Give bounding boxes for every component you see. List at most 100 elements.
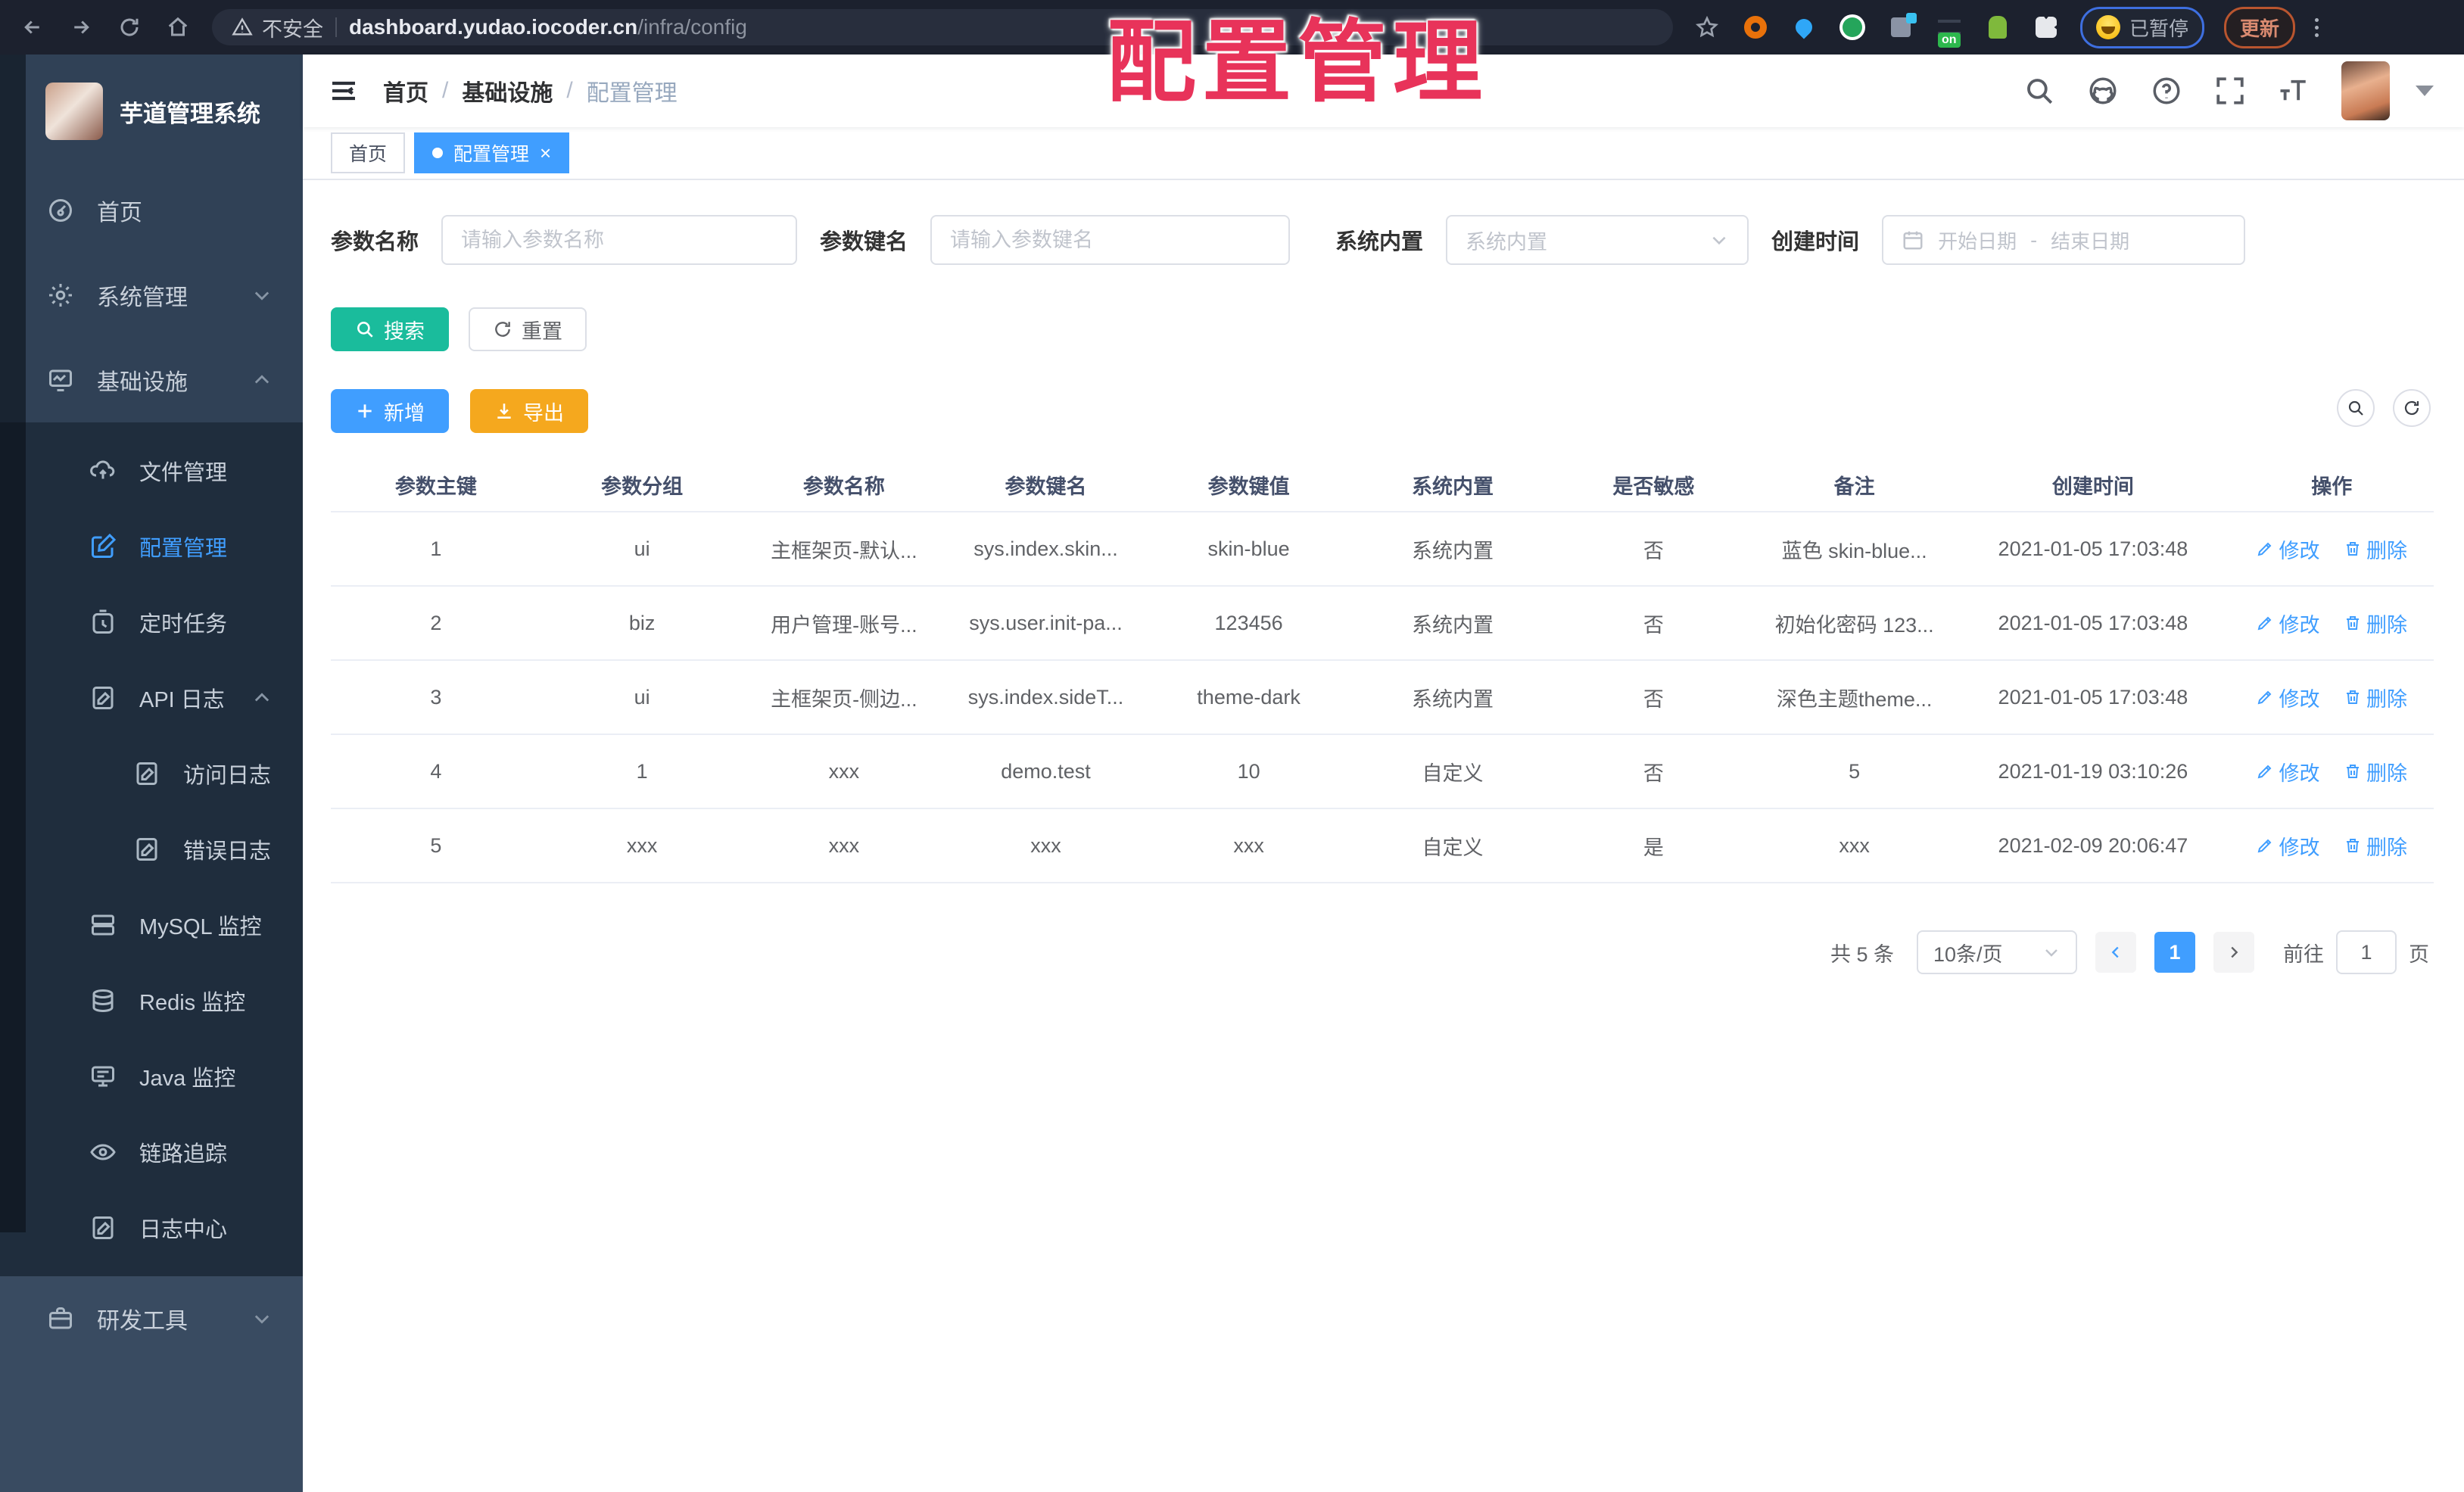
- tags-view-bar: 首页 配置管理 ×: [303, 127, 2464, 180]
- edit-link[interactable]: 修改: [2256, 609, 2319, 638]
- breadcrumb: 首页 / 基础设施 / 配置管理: [383, 74, 678, 107]
- github-icon[interactable]: [2087, 75, 2119, 107]
- user-avatar[interactable]: [2341, 61, 2390, 120]
- trash-icon: [2346, 542, 2359, 556]
- green-figure-extension-icon[interactable]: [1983, 13, 2012, 42]
- cell-builtin: 系统内置: [1350, 586, 1555, 661]
- sidebar-item-home[interactable]: 首页: [0, 168, 303, 253]
- search-button[interactable]: 搜索: [331, 307, 449, 351]
- green-check-extension-icon[interactable]: [1838, 13, 1867, 42]
- sidebar-item-system[interactable]: 系统管理: [0, 253, 303, 338]
- tab-home[interactable]: 首页: [331, 132, 406, 173]
- chevron-left-icon: [2111, 946, 2119, 958]
- date-range-picker[interactable]: 开始日期 - 结束日期: [1882, 215, 2246, 265]
- adblock-extension-icon[interactable]: on: [1935, 13, 1964, 48]
- font-size-icon[interactable]: [2278, 75, 2310, 107]
- delete-link[interactable]: 删除: [2344, 609, 2407, 638]
- cell-param-value: xxx: [1146, 808, 1351, 883]
- help-icon[interactable]: [2151, 75, 2182, 107]
- sidebar-item-file-management[interactable]: 文件管理: [0, 433, 303, 509]
- puzzle-extension-icon[interactable]: [2032, 13, 2061, 42]
- logo-image: [45, 83, 103, 140]
- cell-sensitive: 否: [1554, 512, 1752, 587]
- header-search-icon[interactable]: [2023, 75, 2055, 107]
- delete-link[interactable]: 删除: [2344, 757, 2407, 786]
- blue-cube-extension-icon[interactable]: [1886, 13, 1917, 42]
- cell-actions: 修改 删除: [2229, 512, 2434, 587]
- builtin-select[interactable]: 系统内置: [1446, 215, 1749, 265]
- hamburger-icon[interactable]: [329, 76, 359, 106]
- bookmark-star-icon[interactable]: [1693, 13, 1721, 42]
- sidebar-bottom-section: 研发工具: [0, 1276, 303, 1492]
- orange-ring-extension-icon[interactable]: [1741, 13, 1770, 42]
- browser-forward-icon[interactable]: [67, 13, 95, 42]
- cell-remark: 蓝色 skin-blue...: [1752, 512, 1957, 587]
- edit-link[interactable]: 修改: [2256, 683, 2319, 712]
- sidebar-item-java-monitor[interactable]: Java 监控: [0, 1039, 303, 1114]
- goto-page-input[interactable]: [2336, 930, 2397, 974]
- cell-remark: 初始化密码 123...: [1752, 586, 1957, 661]
- close-tab-icon[interactable]: ×: [540, 143, 551, 163]
- breadcrumb-home[interactable]: 首页: [383, 74, 428, 107]
- breadcrumb-infra[interactable]: 基础设施: [462, 74, 553, 107]
- chevron-down-icon: [2045, 949, 2057, 957]
- edit-pen-icon: [2258, 839, 2272, 853]
- sidebar-item-mysql-monitor[interactable]: MySQL 监控: [0, 887, 303, 963]
- builtin-label: 系统内置: [1335, 230, 1424, 254]
- edit-link[interactable]: 修改: [2256, 831, 2319, 861]
- param-name-input[interactable]: [461, 228, 778, 252]
- delete-link[interactable]: 删除: [2344, 534, 2407, 564]
- sidebar-item-infra[interactable]: 基础设施: [0, 338, 303, 422]
- next-page-button[interactable]: [2213, 932, 2254, 973]
- edit-link[interactable]: 修改: [2256, 534, 2319, 564]
- prev-page-button[interactable]: [2095, 932, 2136, 973]
- sidebar-item-config-management[interactable]: 配置管理: [0, 509, 303, 584]
- current-page-button[interactable]: 1: [2154, 932, 2195, 973]
- param-key-input[interactable]: [950, 228, 1271, 252]
- add-button[interactable]: 新增: [331, 389, 449, 433]
- stack-icon: [92, 989, 114, 1013]
- sidebar-item-api-log[interactable]: API 日志: [0, 660, 303, 736]
- delete-link[interactable]: 删除: [2344, 683, 2407, 712]
- blue-pin-extension-icon[interactable]: [1790, 13, 1818, 42]
- export-button[interactable]: 导出: [470, 389, 588, 433]
- page-size-select[interactable]: 10条/页: [1917, 930, 2077, 974]
- update-button[interactable]: 更新: [2224, 6, 2296, 48]
- sidebar-item-log-center[interactable]: 日志中心: [0, 1190, 303, 1266]
- avatar-caret-down-icon[interactable]: [2416, 86, 2434, 96]
- browser-back-icon[interactable]: [18, 13, 47, 42]
- fullscreen-icon[interactable]: [2214, 75, 2246, 107]
- site-security-chip[interactable]: 不安全: [232, 13, 323, 42]
- edit-square-icon: [92, 533, 117, 558]
- delete-link[interactable]: 删除: [2344, 831, 2407, 861]
- tab-config-management[interactable]: 配置管理 ×: [414, 132, 570, 173]
- browser-home-icon[interactable]: [164, 13, 192, 42]
- refresh-table-button[interactable]: [2393, 389, 2431, 427]
- sidebar-item-redis-monitor[interactable]: Redis 监控: [0, 963, 303, 1039]
- cell-param-value: 123456: [1146, 586, 1351, 661]
- sidebar-item-access-log[interactable]: 访问日志: [0, 736, 303, 811]
- sidebar-item-tracing[interactable]: 链路追踪: [0, 1114, 303, 1190]
- cell-param-name: 用户管理-账号...: [743, 586, 945, 661]
- paused-badge[interactable]: 已暂停: [2080, 6, 2205, 48]
- app-logo[interactable]: 芋道管理系统: [0, 55, 303, 168]
- cell-param-id: 1: [331, 512, 541, 587]
- reset-button[interactable]: 重置: [469, 307, 587, 351]
- table-row: 3 ui 主框架页-侧边... sys.index.sideT... theme…: [331, 660, 2434, 735]
- cell-param-value: skin-blue: [1146, 512, 1351, 587]
- col-sensitive: 是否敏感: [1554, 459, 1752, 512]
- sidebar-item-error-log[interactable]: 错误日志: [0, 811, 303, 887]
- cell-param-id: 4: [331, 734, 541, 809]
- goto-label: 前往: [2283, 942, 2324, 966]
- cell-remark: 深色主题theme...: [1752, 660, 1957, 735]
- cell-remark: xxx: [1752, 808, 1957, 883]
- sidebar-item-scheduled-jobs[interactable]: 定时任务: [0, 584, 303, 660]
- edit-link[interactable]: 修改: [2256, 757, 2319, 786]
- hide-search-button[interactable]: [2337, 389, 2375, 427]
- browser-menu-icon[interactable]: [2315, 17, 2319, 37]
- col-actions: 操作: [2229, 459, 2434, 512]
- sidebar-item-dev-tools[interactable]: 研发工具: [0, 1276, 303, 1361]
- edit-pen-icon: [2258, 616, 2272, 631]
- briefcase-icon: [49, 1307, 72, 1329]
- browser-reload-icon[interactable]: [115, 13, 144, 42]
